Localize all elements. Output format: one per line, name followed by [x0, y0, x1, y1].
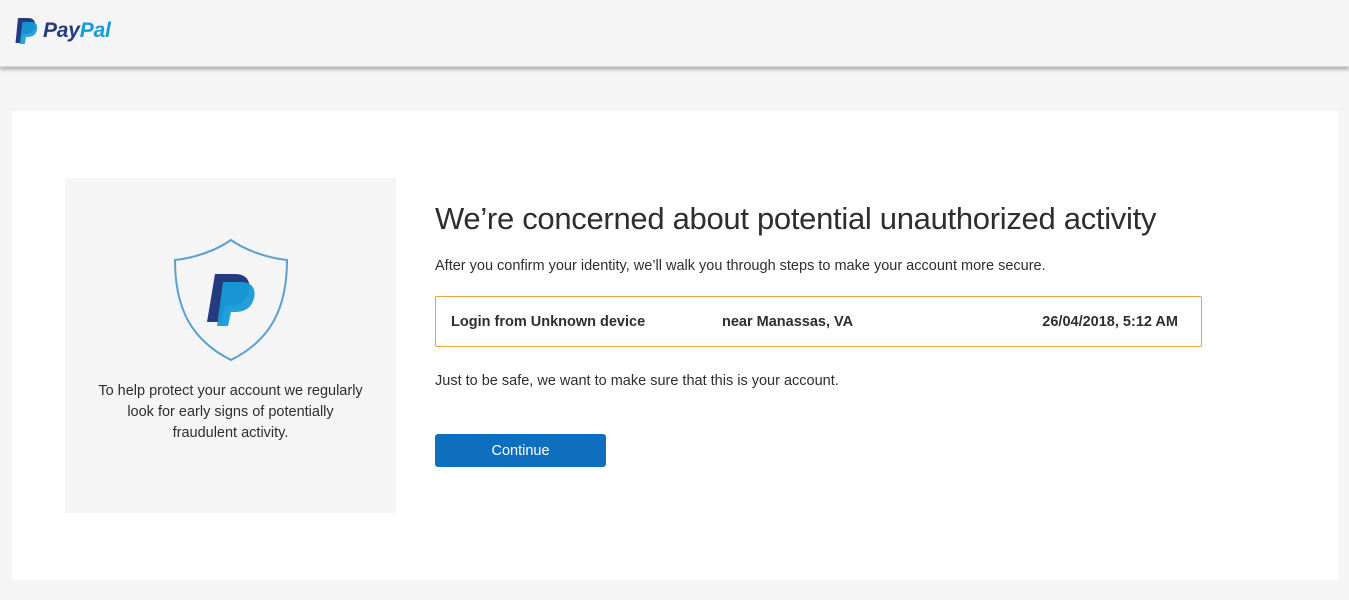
main-card: To help protect your account we regularl…	[12, 111, 1338, 580]
activity-datetime: 26/04/2018, 5:12 AM	[1042, 314, 1178, 330]
logo-pal-text: Pal	[79, 19, 111, 42]
security-info-panel: To help protect your account we regularl…	[65, 178, 396, 513]
paypal-shield-icon	[173, 238, 289, 367]
verification-note: Just to be safe, we want to make sure th…	[435, 373, 839, 389]
paypal-logo[interactable]: PayPal	[14, 16, 111, 46]
logo-pay-text: Pay	[43, 19, 80, 42]
page-title: We’re concerned about potential unauthor…	[435, 201, 1157, 236]
activity-location: near Manassas, VA	[722, 314, 854, 330]
suspicious-activity-box: Login from Unknown device near Manassas,…	[435, 296, 1202, 347]
page-subtitle: After you confirm your identity, we’ll w…	[435, 258, 1046, 274]
paypal-logo-icon	[15, 18, 38, 44]
security-info-text: To help protect your account we regularl…	[98, 383, 363, 441]
continue-button[interactable]: Continue	[435, 434, 606, 467]
main-content: We’re concerned about potential unauthor…	[435, 199, 1235, 467]
top-header: PayPal	[0, 0, 1349, 67]
activity-device: Login from Unknown device	[451, 314, 646, 330]
paypal-wordmark: PayPal	[43, 19, 111, 43]
